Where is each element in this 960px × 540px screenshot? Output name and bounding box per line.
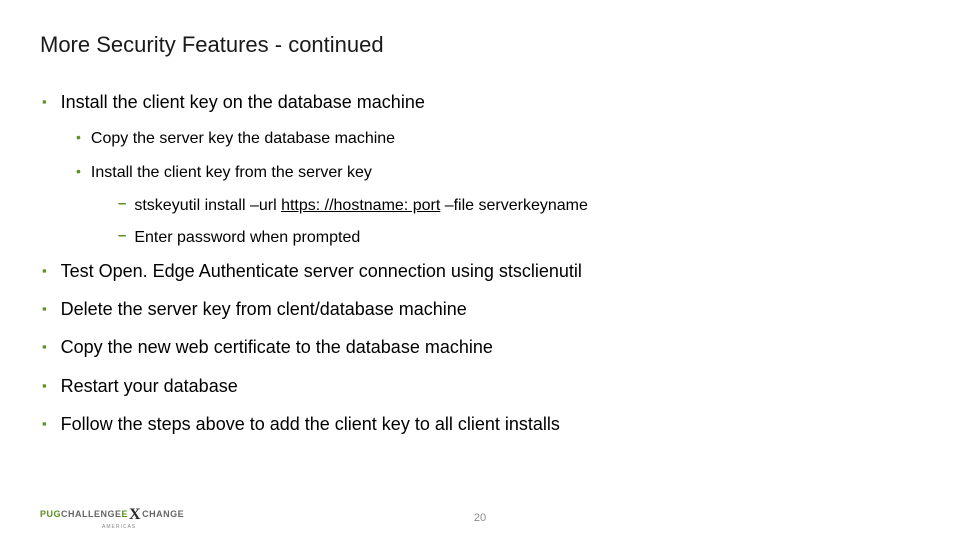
square-bullet-icon: ▪ — [42, 416, 47, 431]
slide-content: ▪ Install the client key on the database… — [40, 90, 920, 436]
brand-logo: PUGCHALLENGEEXCHANGE — [40, 506, 184, 524]
list-text: Install the client key from the server k… — [91, 162, 372, 184]
list-item: – stskeyutil install –url https: //hostn… — [118, 195, 920, 217]
list-text: Follow the steps above to add the client… — [61, 412, 560, 436]
list-item: – Enter password when prompted — [118, 227, 920, 249]
list-text: Delete the server key from clent/databas… — [61, 297, 467, 321]
text-pre: stskeyutil install –url — [134, 197, 281, 214]
logo-x-icon: X — [129, 506, 141, 523]
logo-part: CHALLENGE — [61, 509, 122, 519]
logo-part: E — [122, 509, 129, 519]
text-post: –file serverkeyname — [440, 197, 588, 214]
square-bullet-icon: ▪ — [42, 301, 47, 316]
list-text: Copy the server key the database machine — [91, 128, 395, 150]
dash-bullet-icon: – — [118, 227, 126, 244]
slide-footer: PUGCHALLENGEEXCHANGE AMERICAS 20 — [0, 500, 960, 528]
dot-bullet-icon: • — [76, 129, 81, 145]
list-text: Test Open. Edge Authenticate server conn… — [61, 259, 582, 283]
list-text: Install the client key on the database m… — [61, 90, 425, 114]
dash-bullet-icon: – — [118, 195, 126, 212]
list-item: ▪ Test Open. Edge Authenticate server co… — [42, 259, 920, 283]
list-item: ▪ Follow the steps above to add the clie… — [42, 412, 920, 436]
list-text: Enter password when prompted — [134, 227, 360, 249]
square-bullet-icon: ▪ — [42, 263, 47, 278]
list-item: • Install the client key from the server… — [76, 162, 920, 184]
list-text: stskeyutil install –url https: //hostnam… — [134, 195, 588, 217]
list-item: ▪ Delete the server key from clent/datab… — [42, 297, 920, 321]
logo-subtitle: AMERICAS — [102, 524, 136, 530]
square-bullet-icon: ▪ — [42, 94, 47, 109]
url-text: https: //hostname: port — [281, 197, 440, 214]
list-item: ▪ Copy the new web certificate to the da… — [42, 335, 920, 359]
slide-title: More Security Features - continued — [40, 32, 920, 58]
page-number: 20 — [474, 512, 486, 524]
dot-bullet-icon: • — [76, 163, 81, 179]
logo-part: CHANGE — [142, 509, 184, 519]
square-bullet-icon: ▪ — [42, 339, 47, 354]
list-item: ▪ Install the client key on the database… — [42, 90, 920, 114]
list-text: Restart your database — [61, 374, 238, 398]
list-text: Copy the new web certificate to the data… — [61, 335, 493, 359]
list-item: • Copy the server key the database machi… — [76, 128, 920, 150]
list-item: ▪ Restart your database — [42, 374, 920, 398]
square-bullet-icon: ▪ — [42, 378, 47, 393]
logo-part: PUG — [40, 509, 61, 519]
